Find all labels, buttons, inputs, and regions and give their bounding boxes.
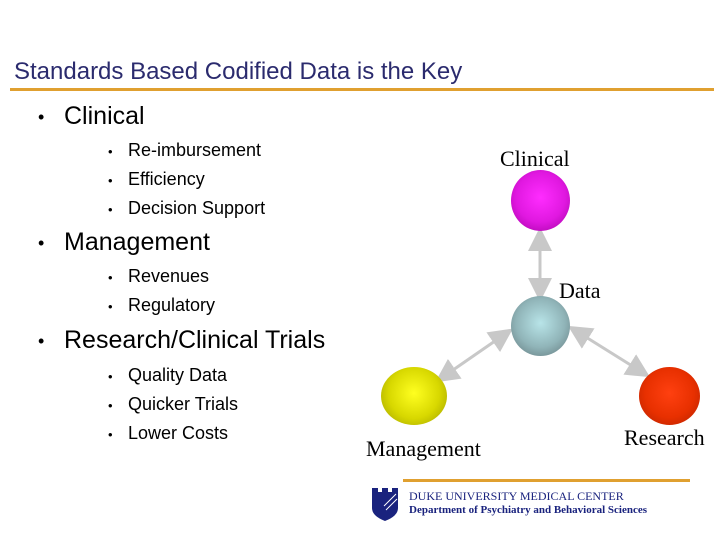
institution-name: DUKE UNIVERSITY MEDICAL CENTER <box>409 489 624 503</box>
department-name: Department of Psychiatry and Behavioral … <box>409 504 647 516</box>
management-label: Management <box>366 436 481 461</box>
management-node <box>381 367 447 425</box>
data-label: Data <box>559 278 601 303</box>
clinical-label: Clinical <box>500 146 570 171</box>
research-node <box>639 367 700 425</box>
research-label: Research <box>624 425 705 450</box>
footer-divider <box>403 479 690 482</box>
duke-shield-logo-icon <box>372 488 398 521</box>
diagram-arrows <box>435 227 651 383</box>
data-node <box>511 296 570 356</box>
arrow-data-research <box>567 325 651 378</box>
clinical-node <box>511 170 570 231</box>
arrow-data-management <box>435 328 513 383</box>
